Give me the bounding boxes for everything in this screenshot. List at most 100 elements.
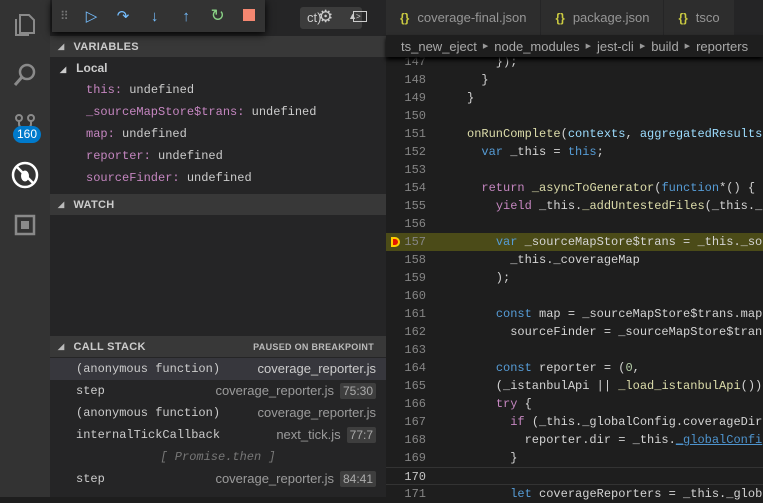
stack-frame[interactable]: step coverage_reporter.js 75:30 bbox=[50, 380, 386, 402]
code-line[interactable]: 171 let coverageReporters = _this._glob bbox=[386, 485, 763, 503]
code-line[interactable]: 156 bbox=[386, 215, 763, 233]
restart-icon[interactable]: ↻ bbox=[202, 6, 234, 26]
async-label: [ Promise.then ] bbox=[160, 450, 276, 464]
code-line[interactable]: 154 return _asyncToGenerator(function*()… bbox=[386, 179, 763, 197]
frame-position: 75:30 bbox=[339, 383, 376, 399]
explorer-icon[interactable] bbox=[0, 0, 50, 50]
code-line[interactable]: 160 bbox=[386, 287, 763, 305]
code-line[interactable]: 163 bbox=[386, 341, 763, 359]
code-line[interactable]: 159 ); bbox=[386, 269, 763, 287]
code-token: reporter = ( bbox=[531, 361, 626, 375]
json-icon: {} bbox=[400, 10, 410, 25]
continue-icon[interactable]: ▷ bbox=[76, 7, 108, 25]
debug-sidebar: ct) ▲ ⚙ > ◢ VARIABLES ◢ Local this: undefin… bbox=[50, 0, 386, 497]
line-number: 170 bbox=[404, 470, 426, 484]
code-line[interactable]: 166 try { bbox=[386, 395, 763, 413]
code-line[interactable]: 162 sourceFinder = _sourceMapStore$tran bbox=[386, 323, 763, 341]
stop-icon[interactable] bbox=[233, 8, 265, 25]
code-token: , bbox=[632, 361, 640, 375]
line-number: 153 bbox=[404, 163, 426, 177]
breadcrumb: ts_new_eject ▶ node_modules ▶ jest-cli ▶ bu… bbox=[386, 35, 763, 57]
code-line[interactable]: 167 if (_this._globalConfig.coverageDir bbox=[386, 413, 763, 431]
line-number: 161 bbox=[404, 307, 426, 321]
code-token: map = _sourceMapStore$trans.map bbox=[531, 307, 763, 321]
code-line[interactable]: 157 var _sourceMapStore$trans = _this._s… bbox=[386, 233, 763, 251]
stack-frame[interactable]: internalTickCallback next_tick.js 77:7 bbox=[50, 424, 386, 446]
breadcrumb-item[interactable]: ts_new_eject bbox=[401, 39, 477, 54]
line-number: 149 bbox=[404, 91, 426, 105]
step-out-icon[interactable]: ↑ bbox=[170, 8, 202, 25]
code-token: ()) bbox=[740, 379, 763, 393]
code-line[interactable]: 151 onRunComplete(contexts, aggregatedRes… bbox=[386, 125, 763, 143]
frame-function: step bbox=[76, 384, 105, 398]
breadcrumb-item[interactable]: node_modules bbox=[494, 39, 579, 54]
stack-frame[interactable]: (anonymous function) coverage_reporter.js bbox=[50, 358, 386, 380]
console-icon[interactable]: > bbox=[353, 11, 367, 22]
tab-tsconfig[interactable]: {} tsco bbox=[664, 0, 735, 35]
code-line[interactable]: 148 } bbox=[386, 71, 763, 89]
code-token: const bbox=[495, 307, 532, 321]
breadcrumb-item[interactable]: reporters bbox=[696, 39, 748, 54]
step-into-icon[interactable]: ↓ bbox=[139, 8, 171, 25]
tab-package-json[interactable]: {} package.json bbox=[541, 0, 665, 35]
variable-value: undefined bbox=[129, 83, 195, 97]
code-line[interactable]: 164 const reporter = (0, bbox=[386, 359, 763, 377]
drag-handle-icon[interactable]: ⠿ bbox=[60, 9, 76, 23]
callstack-header[interactable]: ◢ CALL STACK PAUSED ON BREAKPOINT bbox=[50, 336, 386, 357]
code-line[interactable]: 170 bbox=[386, 467, 763, 485]
paused-status: PAUSED ON BREAKPOINT bbox=[253, 341, 374, 352]
extensions-icon[interactable] bbox=[0, 200, 50, 250]
code-line[interactable]: 165 (_istanbulApi || _load_istanbulApi()… bbox=[386, 377, 763, 395]
code-token: this bbox=[567, 145, 597, 159]
code-line[interactable]: 150 bbox=[386, 107, 763, 125]
code-text: } bbox=[467, 449, 517, 467]
breadcrumb-item[interactable]: jest-cli bbox=[597, 39, 634, 54]
line-number: 166 bbox=[404, 397, 426, 411]
code-line[interactable]: 149} bbox=[386, 89, 763, 107]
frame-function: internalTickCallback bbox=[76, 428, 221, 442]
code-token: contexts bbox=[567, 127, 626, 141]
code-line[interactable]: 158 _this._coverageMap bbox=[386, 251, 763, 269]
code-line[interactable]: 168 reporter.dir = _this._globalConfi bbox=[386, 431, 763, 449]
code-text: if (_this._globalConfig.coverageDir bbox=[467, 413, 762, 431]
variables-title: VARIABLES bbox=[73, 40, 139, 53]
json-icon: {} bbox=[555, 10, 565, 25]
variable-row[interactable]: this: undefined bbox=[50, 79, 386, 101]
stack-frame[interactable]: step coverage_reporter.js 84:41 bbox=[50, 468, 386, 490]
watch-header[interactable]: ◢ WATCH bbox=[50, 194, 386, 215]
code-line[interactable]: 153 bbox=[386, 161, 763, 179]
line-number: 169 bbox=[404, 451, 426, 465]
frame-file: next_tick.js bbox=[276, 427, 341, 442]
search-icon[interactable] bbox=[0, 50, 50, 100]
code-line[interactable]: 152 var _this = this; bbox=[386, 143, 763, 161]
variable-row[interactable]: _sourceMapStore$trans: undefined bbox=[50, 101, 386, 123]
line-number: 158 bbox=[404, 253, 426, 267]
code-area[interactable]: 147 }); 148 } 149} 150 151 onRunComplete(cont… bbox=[386, 53, 763, 503]
collapse-icon: ◢ bbox=[58, 342, 65, 351]
variable-row[interactable]: sourceFinder: undefined bbox=[50, 167, 386, 189]
code-token: }); bbox=[467, 55, 518, 69]
debug-icon[interactable] bbox=[0, 150, 50, 200]
code-token: aggregatedResults bbox=[639, 127, 763, 141]
tab-coverage-final[interactable]: {} coverage-final.json bbox=[386, 0, 542, 35]
scope-local[interactable]: ◢ Local bbox=[50, 57, 386, 79]
gear-icon[interactable]: ⚙ bbox=[318, 7, 333, 27]
code-line[interactable]: 155 yield _this._addUntestedFiles(_this.… bbox=[386, 197, 763, 215]
variable-row[interactable]: map: undefined bbox=[50, 123, 386, 145]
step-over-icon[interactable]: ↷ bbox=[107, 7, 139, 25]
stack-frame[interactable]: (anonymous function) coverage_reporter.js bbox=[50, 402, 386, 424]
code-line[interactable]: 161 const map = _sourceMapStore$trans.ma… bbox=[386, 305, 763, 323]
code-line[interactable]: 169 } bbox=[386, 449, 763, 467]
breadcrumb-item[interactable]: build bbox=[651, 39, 678, 54]
variable-row[interactable]: reporter: undefined bbox=[50, 145, 386, 167]
code-token: } bbox=[467, 91, 475, 105]
async-separator: [ Promise.then ] bbox=[50, 446, 386, 468]
variable-value: undefined bbox=[122, 127, 187, 141]
code-text: var _sourceMapStore$trans = _this._so bbox=[467, 233, 762, 251]
frame-position: 84:41 bbox=[339, 471, 376, 487]
variables-header[interactable]: ◢ VARIABLES bbox=[50, 36, 386, 57]
code-text: reporter.dir = _this._globalConfi bbox=[467, 431, 763, 449]
